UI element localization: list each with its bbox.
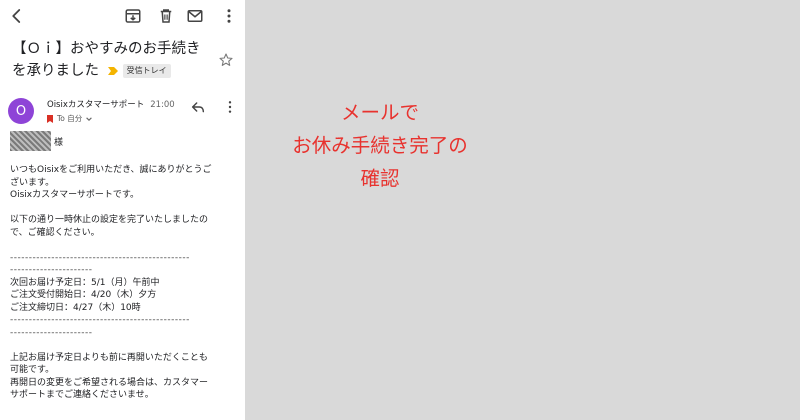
sent-time: 21:00	[150, 100, 175, 110]
sender-avatar[interactable]: O	[8, 98, 34, 124]
body-line: 次回お届け予定日：5/1（月）午前中	[10, 277, 160, 288]
body-line: 可能です。	[10, 365, 55, 375]
body-blank-line	[10, 202, 240, 215]
message-more-icon[interactable]	[224, 99, 236, 115]
body-divider: ----------------------	[10, 265, 93, 275]
body-line: で、ご確認ください。	[10, 227, 100, 238]
star-icon[interactable]	[218, 52, 234, 68]
body-blank-line	[10, 339, 240, 352]
label-badge-text: 受信トレイ	[122, 64, 171, 78]
more-vert-icon[interactable]	[220, 7, 238, 25]
body-line: Oisixカスタマーサポートです。	[10, 190, 140, 200]
email-subject: 【Ｏｉ】おやすみのお手続きを承りました 受信トレイ	[12, 38, 212, 82]
trash-icon[interactable]	[157, 7, 175, 25]
email-body: いつもOisixをご利用いただき、誠にありがとうご ざいます。 Oisixカスタマー…	[10, 164, 240, 402]
back-arrow-icon[interactable]	[8, 7, 26, 25]
subject-text: 【Ｏｉ】おやすみのお手続きを承りました	[12, 41, 201, 79]
body-divider: ----------------------------------------…	[10, 315, 190, 325]
archive-icon[interactable]	[124, 7, 142, 25]
body-divider: ----------------------	[10, 327, 93, 338]
sender-line: Oisixカスタマーサポート 21:00	[47, 98, 175, 110]
body-line: 以下の通り一時休止の設定を完了いたしましたの	[10, 215, 209, 225]
toolbar	[0, 0, 245, 32]
chevron-down-icon	[86, 116, 93, 121]
email-view: 【Ｏｉ】おやすみのお手続きを承りました 受信トレイ O Oisixカスタマーサポ…	[0, 0, 245, 420]
body-line: ご注文締切日：4/27（木）10時	[10, 302, 141, 313]
body-blank-line	[10, 239, 240, 252]
annotation-line-1: メールで	[340, 101, 419, 124]
recipient-text: To 自分	[57, 114, 83, 123]
reply-icon[interactable]	[190, 99, 206, 115]
body-line: ご注文受付開始日：4/20（木）夕方	[10, 290, 157, 300]
body-divider: ----------------------------------------…	[10, 252, 190, 263]
recipient-line[interactable]: To 自分	[47, 113, 93, 124]
mail-icon[interactable]	[186, 7, 204, 25]
redacted-recipient-name	[10, 131, 51, 151]
salutation: 様	[10, 131, 63, 151]
body-line: 上記お届け予定日よりも前に再開いただくことも	[10, 352, 208, 363]
salutation-suffix: 様	[54, 137, 64, 148]
annotation-callout: メールで お休み手続き完了の 確認	[245, 96, 515, 195]
important-tag-icon	[47, 114, 53, 123]
annotation-line-2: お休み手続き完了の	[292, 134, 468, 157]
importance-marker-icon	[107, 67, 118, 75]
inbox-label[interactable]: 受信トレイ	[107, 64, 171, 78]
body-line: 再開日の変更をご希望される場合は、カスタマー	[10, 377, 209, 388]
body-line: サポートまでご連絡くださいませ。	[10, 390, 154, 400]
sender-name: Oisixカスタマーサポート	[47, 100, 145, 110]
body-line: ざいます。	[10, 177, 55, 188]
annotation-line-3: 確認	[360, 167, 400, 190]
body-line: いつもOisixをご利用いただき、誠にありがとうご	[10, 165, 212, 175]
